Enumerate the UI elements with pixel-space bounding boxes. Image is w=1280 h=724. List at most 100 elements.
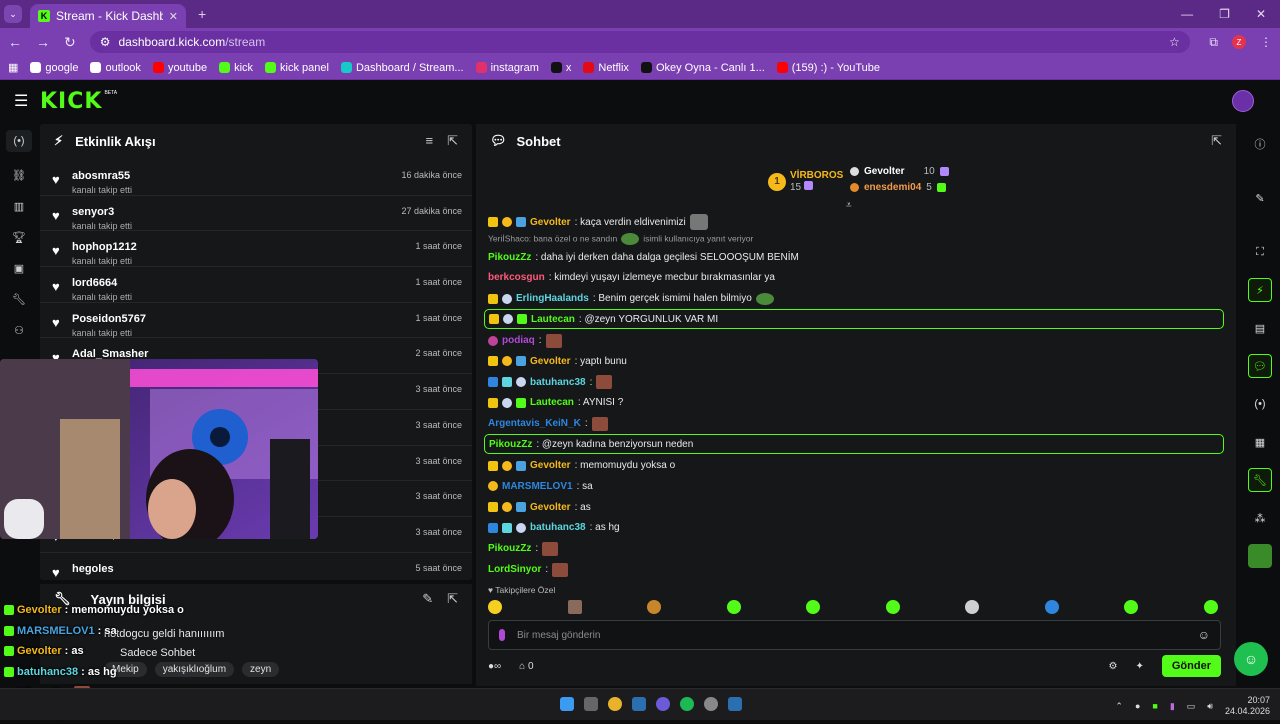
chat-message[interactable]: MARSMELOV1: sa [484,476,1224,497]
browser-tab-active[interactable]: K Stream - Kick Dashboard ✕ [30,4,186,28]
tab-search-button[interactable]: ⌄ [4,5,22,23]
activity-row[interactable]: ♥ senyor3 kanalı takip etti 27 dakika önce [40,196,472,232]
podium-third-name[interactable]: enesdemi04 [864,182,921,193]
community-icon[interactable]: ⚇ [10,324,28,338]
store-icon[interactable]: ⌂ 0 [519,661,533,672]
bookmark-item[interactable]: (159) :) - YouTube [776,62,880,74]
activity-row[interactable]: ♥ hegoles 5 saat önce [40,553,472,580]
emoji-picker-icon[interactable]: ☺ [1198,628,1210,642]
printer-icon[interactable]: ▦ [1248,430,1272,454]
chat-username[interactable]: batuhanc38 [530,522,586,533]
chat-popout-icon[interactable]: ⇱ [1211,133,1222,149]
bookmark-item[interactable]: outlook [90,62,141,74]
chat-message[interactable]: podiaq: [484,330,1224,351]
bookmark-item[interactable]: x [550,62,571,74]
emote-icon[interactable] [488,600,502,614]
extension-app-icon[interactable] [1248,544,1272,568]
bookmark-item[interactable]: Dashboard / Stream... [340,62,464,74]
send-button[interactable]: Gönder [1161,655,1221,677]
activity-user[interactable]: hophop1212 [72,241,472,253]
wrench-icon[interactable]: 🔧︎ [10,293,28,307]
chat-message[interactable]: Lautecan: AYNISI ? [484,393,1224,414]
emote-icon[interactable] [1044,600,1059,614]
chat-username[interactable]: Gevolter [530,217,571,228]
media-icon[interactable]: ▣ [10,262,28,276]
spotify-icon[interactable] [680,697,694,711]
bookmark-item[interactable]: Okey Oyna - Canlı 1... [640,62,765,74]
chat-username[interactable]: Gevolter [530,502,571,513]
info-icon[interactable]: ⓘ [1248,132,1272,156]
emote-icon[interactable] [567,600,582,614]
tools-toggle-icon[interactable]: 🔧︎ [1248,468,1272,492]
chat-message[interactable]: Gevolter: as [484,497,1224,518]
chat-username[interactable]: batuhanc38 [530,377,586,388]
steam-icon[interactable] [632,697,646,711]
chat-message[interactable]: Argentavis_KeiN_K: [484,413,1224,434]
chat-message[interactable]: Lautecan: @zeyn YORGUNLUK VAR MI [484,309,1224,330]
activity-row[interactable]: ♥ abosmra55 kanalı takip etti 16 dakika önc… [40,160,472,196]
tray-nvidia-icon[interactable]: ■ [1152,701,1157,711]
emote-icon[interactable] [965,600,980,614]
chat-message[interactable]: Gevolter: memomuydu yoksa o [484,455,1224,476]
windows-start-icon[interactable] [560,697,574,711]
reload-icon[interactable]: ↻ [64,34,76,51]
edit-icon[interactable]: ✎ [1248,186,1272,210]
extensions-icon[interactable]: ⧉ [1209,35,1218,50]
share-icon[interactable]: ⁂ [1248,506,1272,530]
broadcast-icon[interactable]: (•) [1248,392,1272,416]
support-chat-icon[interactable]: ☺ [1234,642,1268,676]
chat-username[interactable]: PikouzZz [489,439,532,450]
chat-settings-icon[interactable]: ⚙ [1109,661,1118,672]
popout-info-icon[interactable]: ⇱ [447,591,458,607]
site-info-icon[interactable]: ⚙ [100,35,111,49]
emote-icon[interactable] [806,600,821,614]
activity-toggle-icon[interactable]: ⚡︎ [1248,278,1272,302]
chat-username[interactable]: Gevolter [530,460,571,471]
bookmark-star-icon[interactable]: ☆ [1169,35,1180,49]
kick-logo[interactable]: KICK [40,89,102,114]
chat-username[interactable]: podiaq [502,335,535,346]
chat-message[interactable]: PikouzZz: [484,538,1224,559]
bookmark-item[interactable]: google [30,62,78,74]
activity-user[interactable]: hegoles [72,563,472,575]
minimize-icon[interactable]: — [1181,7,1193,21]
window-close-icon[interactable]: ✕ [1256,7,1266,21]
hamburger-menu-icon[interactable]: ☰ [14,91,34,111]
activity-row[interactable]: ♥ Poseidon5767 kanalı takip etti 1 saat önc… [40,303,472,339]
activity-row[interactable]: ♥ hophop1212 kanalı takip etti 1 saat önce [40,231,472,268]
chat-people-icon[interactable]: ✦ [1135,661,1143,672]
emote-icon[interactable] [1203,600,1218,614]
chat-message[interactable]: Gevolter: kaça verdin eldivenimizi [484,212,1224,233]
chat-message[interactable]: PikouzZz: @zeyn kadına benziyorsun neden [484,434,1224,455]
kick-points-icon[interactable]: ●∞ [488,661,501,672]
chat-username[interactable]: MARSMELOV1 [502,481,573,492]
reply-preview[interactable]: YeriİShaco: bana özel o ne sandın isimli … [484,232,1224,247]
chat-message[interactable]: berkcosgun: kimdeyi yuşayı izlemeye mecb… [484,268,1224,289]
steam-second-icon[interactable] [728,697,742,711]
new-tab-button[interactable]: + [198,6,206,22]
stream-broadcast-icon[interactable]: (•) [6,130,32,152]
chat-message[interactable]: PikouzZz: daha iyi derken daha dalga geç… [484,247,1224,268]
emote-icon[interactable] [726,600,741,614]
edit-pencil-icon[interactable]: ✎ [422,591,433,607]
activity-user[interactable]: Poseidon5767 [72,313,472,325]
chat-toggle-icon[interactable]: 💬︎ [1248,354,1272,378]
bookmark-item[interactable]: instagram [475,62,539,74]
activity-user[interactable]: lord6664 [72,277,472,289]
emote-icon[interactable] [1124,600,1139,614]
tray-app-icon[interactable]: ● [1135,701,1140,711]
popout-icon[interactable]: ⇱ [447,133,458,149]
bookmark-item[interactable]: Netflix [583,62,629,74]
chat-username[interactable]: ErlingHaalands [516,293,589,304]
restore-icon[interactable]: ❐ [1219,7,1230,21]
trophy-icon[interactable]: 🏆︎ [10,231,28,245]
chat-message[interactable]: batuhanc38: [484,372,1224,393]
activity-row[interactable]: ♥ lord6664 kanalı takip etti 1 saat önce [40,267,472,303]
chat-username[interactable]: PikouzZz [488,252,531,263]
chat-input-placeholder[interactable]: Bir mesaj gönderin [517,630,1186,641]
chat-username[interactable]: Lautecan [530,397,574,408]
analytics-icon[interactable]: ▥ [10,200,28,214]
back-icon[interactable]: ← [8,34,22,50]
podium-expand-icon[interactable]: ⩡ [846,200,852,211]
obs-icon[interactable] [704,697,718,711]
